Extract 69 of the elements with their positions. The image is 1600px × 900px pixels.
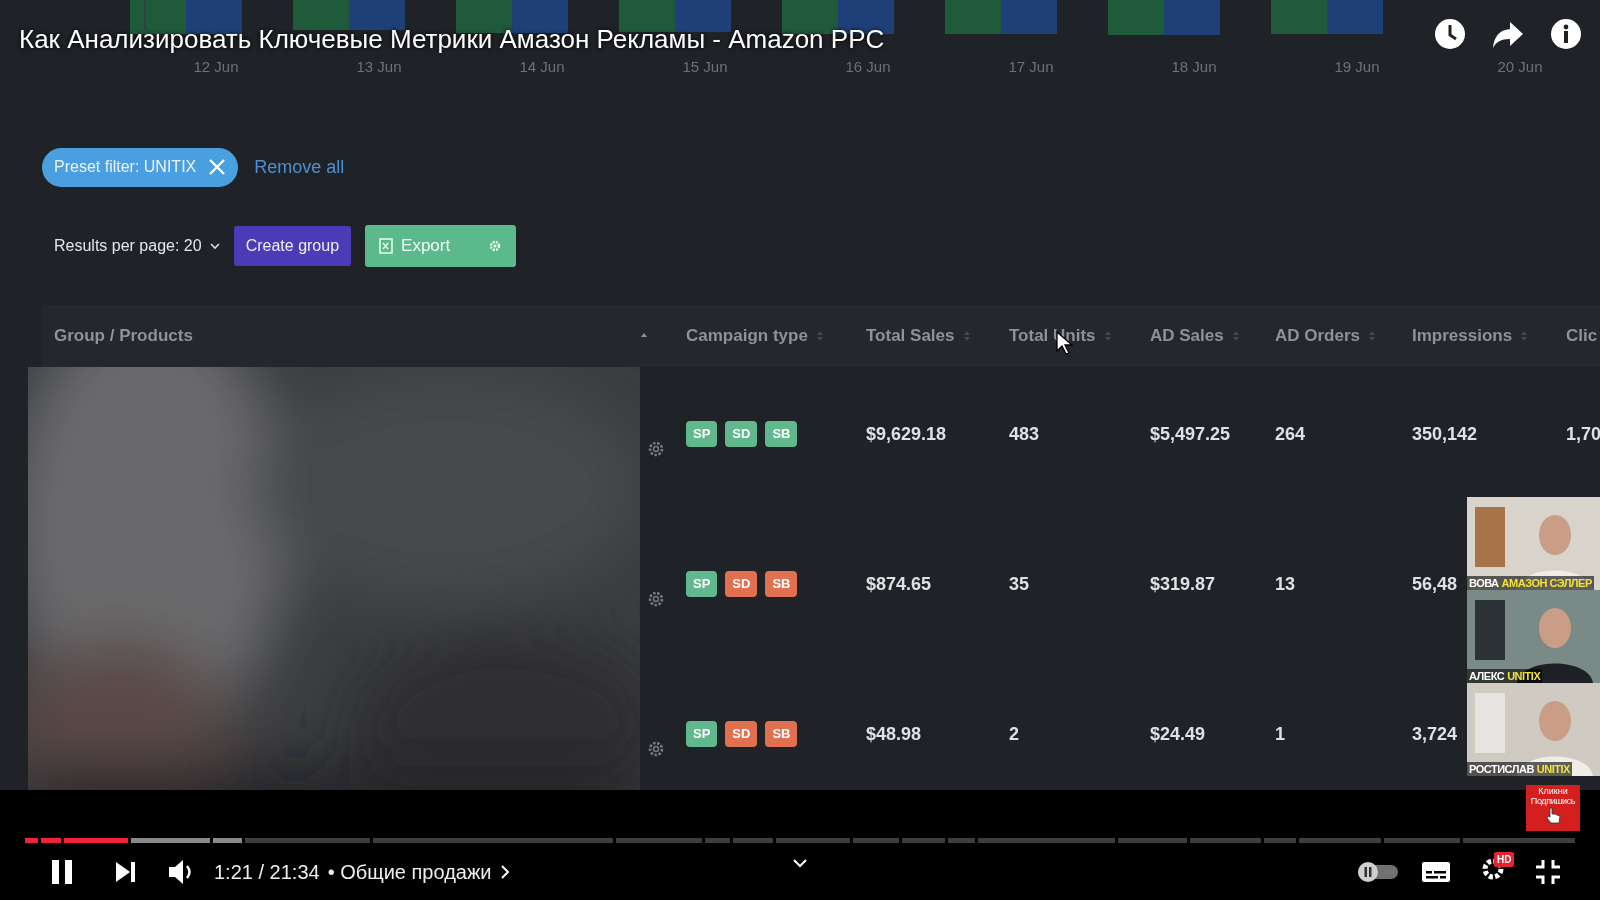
axis-label: 19 Jun bbox=[1334, 57, 1380, 77]
table-cell-text: 2 bbox=[1009, 722, 1019, 746]
campaign-tag: SD bbox=[725, 721, 758, 747]
gear-icon bbox=[488, 238, 503, 253]
table-cell-text: $319.87 bbox=[1150, 572, 1216, 596]
filter-label: Preset filter: UNITIX bbox=[54, 157, 197, 177]
autoplay-toggle[interactable] bbox=[1356, 859, 1400, 885]
table-cell-text: 1 bbox=[1275, 722, 1285, 746]
table-cell-text: $24.49 bbox=[1150, 722, 1206, 746]
clock-icon[interactable] bbox=[1434, 18, 1466, 50]
caption-name: ВОВА bbox=[1469, 576, 1499, 590]
pause-icon[interactable] bbox=[49, 858, 75, 886]
chevron-down-icon[interactable] bbox=[792, 858, 808, 868]
column-header[interactable]: Group / Products bbox=[54, 322, 193, 349]
table-cell-text: 350,142 bbox=[1412, 422, 1478, 446]
filter-chip[interactable]: Preset filter: UNITIX bbox=[42, 148, 239, 187]
axis-label: 17 Jun bbox=[1008, 57, 1054, 77]
table-cell-text: $48.98 bbox=[866, 722, 922, 746]
campaign-tag: SB bbox=[765, 721, 798, 747]
campaign-tag: SP bbox=[686, 571, 718, 597]
table-cell-text: 3,724 bbox=[1412, 722, 1458, 746]
campaign-tag: SD bbox=[725, 421, 758, 447]
caption-name: РОСТИСЛАВ bbox=[1469, 762, 1534, 776]
caption-tag: АМАЗОН СЭЛЛЕР bbox=[1501, 576, 1592, 590]
remove-all-link[interactable]: Remove all bbox=[254, 154, 345, 181]
close-icon[interactable] bbox=[208, 158, 227, 176]
chapter-link[interactable]: • Общие продажи bbox=[327, 857, 510, 887]
axis-label: 20 Jun bbox=[1497, 57, 1543, 77]
caption-name: АЛЕКС bbox=[1469, 669, 1505, 683]
page-size-dropdown[interactable]: Results per page: 20 bbox=[42, 233, 220, 258]
axis-label: 16 Jun bbox=[845, 57, 891, 77]
table-cell-text: 483 bbox=[1009, 422, 1040, 446]
caption-tag: UNITIX bbox=[1507, 669, 1541, 683]
video-title: Как Анализировать Ключевые Метрики Амазон Рекламы - Amazon PPC bbox=[19, 23, 885, 56]
subscribe-label: Кликни bbox=[1537, 787, 1569, 796]
table-cell-text: $5,497.25 bbox=[1150, 422, 1231, 446]
next-icon[interactable] bbox=[114, 859, 136, 885]
campaign-tag: SD bbox=[725, 571, 758, 597]
subscribe-label: Подпишись bbox=[1529, 796, 1577, 806]
time-display: 1:21 / 21:34 bbox=[214, 860, 320, 885]
subscribe-button[interactable]: Кликни Подпишись bbox=[1526, 785, 1580, 831]
chevron-right-icon bbox=[499, 864, 510, 880]
campaign-tag: SP bbox=[686, 721, 718, 747]
spreadsheet-icon bbox=[379, 237, 394, 254]
table-cell-text: $874.65 bbox=[866, 572, 932, 596]
table-cell-text: 56,48 bbox=[1412, 572, 1458, 596]
axis-label: 15 Jun bbox=[682, 57, 728, 77]
axis-label: 12 Jun bbox=[193, 57, 239, 77]
hand-pointer-icon bbox=[1545, 806, 1561, 824]
table-cell-text: $9,629.18 bbox=[866, 422, 947, 446]
axis-label: 14 Jun bbox=[519, 57, 565, 77]
axis-label: 18 Jun bbox=[1171, 57, 1217, 77]
progress-bar[interactable] bbox=[25, 838, 1575, 843]
sort-icon[interactable] bbox=[640, 333, 648, 338]
chevron-down-icon bbox=[209, 241, 220, 250]
table-cell-text: 264 bbox=[1275, 422, 1306, 446]
campaign-tag: SB bbox=[765, 571, 798, 597]
volume-icon[interactable] bbox=[167, 857, 193, 887]
subtitles-icon[interactable] bbox=[1421, 860, 1451, 884]
exit-fullscreen-icon[interactable] bbox=[1535, 859, 1561, 885]
quality-badge: HD bbox=[1494, 852, 1515, 867]
table-cell-text: 1,70 bbox=[1566, 422, 1600, 446]
campaign-tag: SP bbox=[686, 421, 718, 447]
campaign-tag: SB bbox=[765, 421, 798, 447]
axis-label: 13 Jun bbox=[356, 57, 402, 77]
info-icon[interactable] bbox=[1550, 18, 1582, 50]
table-cell-text: 13 bbox=[1275, 572, 1296, 596]
table-cell-text: 35 bbox=[1009, 572, 1030, 596]
create-group-button[interactable]: Create group bbox=[233, 225, 352, 266]
